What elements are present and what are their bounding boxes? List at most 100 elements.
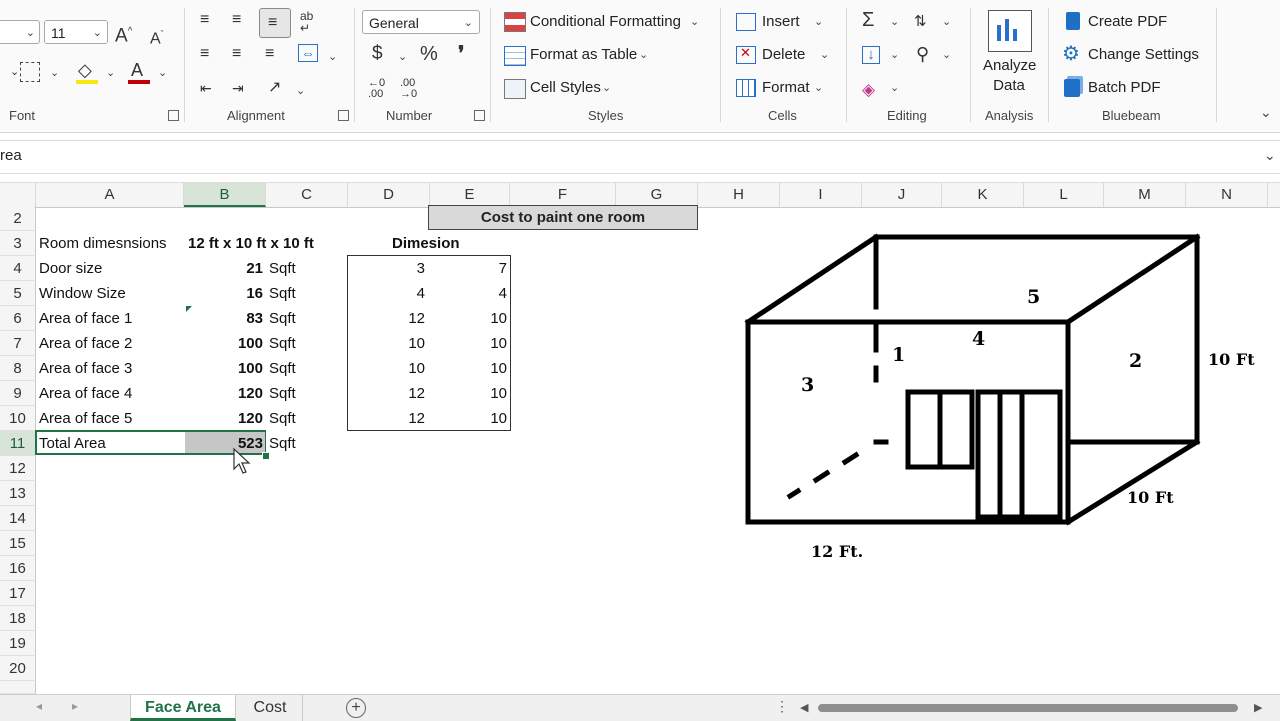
font-size-combo[interactable]: 11 ⌄: [44, 20, 108, 44]
column-header-d[interactable]: D: [348, 183, 430, 207]
create-pdf-button[interactable]: Create PDF: [1088, 13, 1167, 30]
item-value[interactable]: 100: [188, 356, 263, 381]
column-header-b[interactable]: B: [184, 183, 266, 207]
batch-pdf-button[interactable]: Batch PDF: [1088, 79, 1161, 96]
row-header[interactable]: 2: [0, 206, 36, 231]
row-header[interactable]: 16: [0, 556, 36, 581]
item-label[interactable]: Area of face 1: [39, 306, 132, 331]
scroll-tabs-right-icon[interactable]: ▸: [72, 699, 78, 713]
horizontal-scrollbar-thumb[interactable]: [818, 704, 1238, 712]
sheet-tab-face-area[interactable]: Face Area: [130, 695, 236, 721]
dim-cell[interactable]: 7: [432, 256, 507, 281]
format-button[interactable]: Format: [762, 79, 810, 96]
align-right-icon[interactable]: ≡: [265, 44, 274, 64]
font-color-icon[interactable]: A: [131, 60, 143, 80]
column-header-h[interactable]: H: [698, 183, 780, 207]
scroll-left-icon[interactable]: ◀: [800, 701, 808, 714]
wrap-text-icon[interactable]: ab ↵: [300, 10, 313, 34]
sort-filter-icon[interactable]: ⇅: [914, 12, 927, 32]
chevron-down-icon[interactable]: ⌄: [639, 48, 648, 61]
row-header[interactable]: 3: [0, 231, 36, 256]
conditional-formatting-icon[interactable]: [504, 12, 526, 32]
row-header[interactable]: 20: [0, 656, 36, 681]
sheet-title-cell[interactable]: Cost to paint one room: [428, 205, 698, 230]
column-header-n[interactable]: N: [1186, 183, 1268, 207]
row-header[interactable]: 18: [0, 606, 36, 631]
row-header[interactable]: 5: [0, 281, 36, 306]
top-align-icon[interactable]: ≡: [200, 10, 209, 30]
row-header[interactable]: 15: [0, 531, 36, 556]
total-unit[interactable]: Sqft: [269, 431, 296, 456]
column-header-a[interactable]: A: [36, 183, 184, 207]
create-pdf-icon[interactable]: [1066, 12, 1080, 30]
row-header[interactable]: 9: [0, 381, 36, 406]
decrease-font-icon[interactable]: Aˇ: [150, 24, 164, 49]
analyze-data-button[interactable]: Analyze Data: [983, 56, 1036, 96]
dimension-header[interactable]: Dimesion: [392, 231, 460, 256]
item-unit[interactable]: Sqft: [269, 256, 296, 281]
cell-styles-icon[interactable]: [504, 79, 526, 99]
chevron-down-icon[interactable]: ⌄: [50, 66, 59, 79]
row-header[interactable]: 10: [0, 406, 36, 431]
batch-pdf-icon[interactable]: [1064, 79, 1080, 97]
chevron-down-icon[interactable]: ⌄: [106, 66, 115, 79]
number-dialog-launcher-icon[interactable]: [474, 110, 485, 121]
chevron-down-icon[interactable]: ⌄: [690, 15, 699, 28]
autosum-icon[interactable]: Σ: [862, 10, 874, 30]
bottom-align-button[interactable]: ≡: [259, 8, 291, 38]
dim-cell[interactable]: 10: [432, 356, 507, 381]
alignment-dialog-launcher-icon[interactable]: [338, 110, 349, 121]
item-label[interactable]: Area of face 2: [39, 331, 132, 356]
chevron-down-icon[interactable]: ⌄: [942, 48, 951, 61]
item-unit[interactable]: Sqft: [269, 306, 296, 331]
row-header[interactable]: 8: [0, 356, 36, 381]
chevron-down-icon[interactable]: ⌄: [890, 15, 899, 28]
item-label[interactable]: Door size: [39, 256, 102, 281]
increase-indent-icon[interactable]: ⇥: [232, 78, 244, 98]
delete-button[interactable]: Delete: [762, 46, 805, 63]
column-header-f[interactable]: F: [510, 183, 616, 207]
item-label[interactable]: Area of face 5: [39, 406, 132, 431]
cell-styles-button[interactable]: Cell Styles: [530, 79, 601, 96]
chevron-down-icon[interactable]: ⌄: [820, 48, 829, 61]
format-as-table-button[interactable]: Format as Table: [530, 46, 637, 63]
item-unit[interactable]: Sqft: [269, 381, 296, 406]
dim-cell[interactable]: 4: [432, 281, 507, 306]
row-header[interactable]: 11: [0, 431, 36, 456]
increase-font-icon[interactable]: A^: [115, 22, 132, 46]
number-format-combo[interactable]: General ⌄: [362, 10, 480, 34]
dim-cell[interactable]: 10: [432, 406, 507, 431]
comma-style-icon[interactable]: ❜: [458, 44, 464, 64]
item-label[interactable]: Area of face 3: [39, 356, 132, 381]
chevron-down-icon[interactable]: ⌄: [890, 81, 899, 94]
scroll-tabs-left-icon[interactable]: ◂: [36, 699, 42, 713]
item-value[interactable]: 120: [188, 381, 263, 406]
percent-icon[interactable]: %: [420, 44, 438, 64]
decrease-decimal-icon[interactable]: .00 →0: [400, 78, 417, 100]
select-all-corner[interactable]: [0, 183, 36, 207]
column-header-j[interactable]: J: [862, 183, 942, 207]
room-dimensions-value[interactable]: 12 ft x 10 ft x 10 ft: [188, 231, 314, 256]
column-header-g[interactable]: G: [616, 183, 698, 207]
dim-cell[interactable]: 10: [432, 331, 507, 356]
dim-cell[interactable]: 12: [350, 406, 425, 431]
dim-cell[interactable]: 10: [432, 306, 507, 331]
item-value[interactable]: 16: [188, 281, 263, 306]
chevron-down-icon[interactable]: ⌄: [602, 81, 611, 94]
align-left-icon[interactable]: ≡: [200, 44, 209, 64]
fill-color-icon[interactable]: ◇: [78, 60, 92, 80]
find-select-icon[interactable]: ⚲: [916, 44, 929, 64]
chevron-down-icon[interactable]: ⌄: [814, 81, 823, 94]
align-center-icon[interactable]: ≡: [232, 44, 241, 64]
merge-center-icon[interactable]: ⇔: [298, 44, 318, 62]
chevron-down-icon[interactable]: ⌄: [10, 62, 19, 82]
dim-cell[interactable]: 10: [350, 331, 425, 356]
total-label[interactable]: Total Area: [39, 431, 106, 456]
clear-icon[interactable]: ◈: [862, 80, 875, 100]
dim-cell[interactable]: 12: [350, 306, 425, 331]
item-unit[interactable]: Sqft: [269, 406, 296, 431]
chevron-down-icon[interactable]: ⌄: [942, 15, 951, 28]
dim-cell[interactable]: 10: [350, 356, 425, 381]
row-header[interactable]: 12: [0, 456, 36, 481]
item-unit[interactable]: Sqft: [269, 331, 296, 356]
